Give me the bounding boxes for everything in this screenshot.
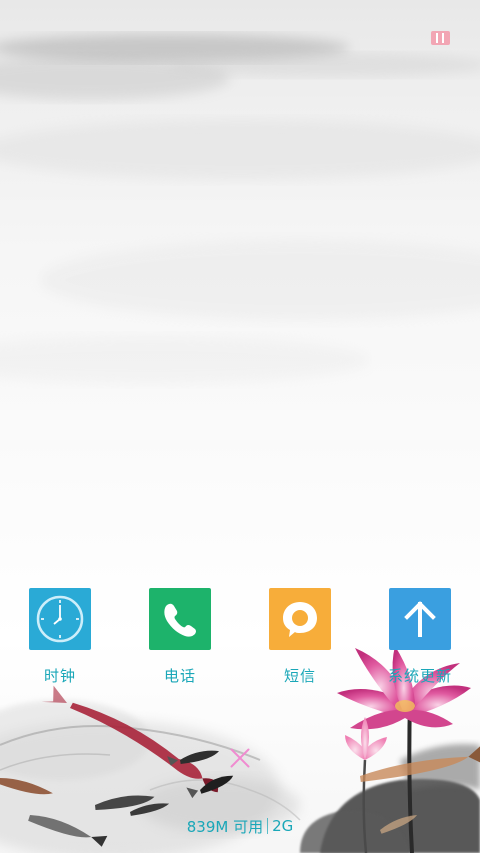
divider	[267, 818, 269, 834]
memory-status: 839M 可用 2G	[0, 815, 480, 837]
memory-available: 839M 可用	[186, 817, 264, 836]
app-label: 电话	[163, 667, 196, 685]
arrow-up-icon[interactable]	[389, 588, 451, 650]
close-icon[interactable]	[229, 747, 251, 769]
app-dock: 时钟 电话 短信 系统更新	[0, 588, 480, 688]
wallpaper	[0, 0, 480, 853]
app-phone[interactable]: 电话	[120, 588, 240, 688]
app-label: 时钟	[43, 667, 76, 685]
phone-icon[interactable]	[149, 588, 211, 650]
app-system-update[interactable]: 系统更新	[360, 588, 480, 688]
app-label: 短信	[283, 667, 316, 685]
top-status-indicator	[431, 31, 450, 45]
network-type: 2G	[272, 817, 294, 835]
message-icon[interactable]	[269, 588, 331, 650]
clock-icon[interactable]	[29, 588, 91, 650]
ink-painting-background	[0, 34, 480, 853]
app-label: 系统更新	[387, 667, 452, 685]
app-messages[interactable]: 短信	[240, 588, 360, 688]
app-clock[interactable]: 时钟	[0, 588, 120, 688]
